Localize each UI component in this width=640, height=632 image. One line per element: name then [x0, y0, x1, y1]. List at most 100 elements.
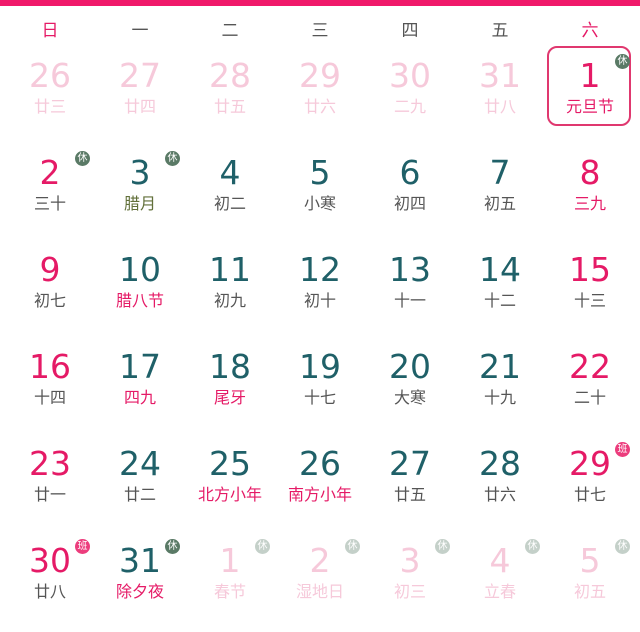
calendar-day[interactable]: 14 十二	[455, 244, 545, 341]
day-number: 11	[209, 250, 251, 289]
day-number: 24	[119, 444, 161, 483]
calendar-day[interactable]: 4 初二	[185, 147, 275, 244]
calendar-day-adjacent-month[interactable]: 2 湿地日休	[275, 535, 365, 632]
calendar-week-row: 9 初七 10 腊八节 11 初九 12 初十 13 十一 14 十二 15 十三	[5, 244, 635, 341]
calendar-day[interactable]: 7 初五	[455, 147, 545, 244]
lunar-date-label: 除夕夜	[115, 582, 164, 601]
calendar-day-adjacent-month[interactable]: 28 廿五	[185, 50, 275, 147]
calendar-day[interactable]: 30 廿八班	[5, 535, 95, 632]
day-number: 28	[479, 444, 521, 483]
calendar-day[interactable]: 13 十一	[365, 244, 455, 341]
holiday-rest-badge: 休	[165, 151, 180, 166]
calendar-day-adjacent-month[interactable]: 29 廿六	[275, 50, 365, 147]
lunar-date-label: 廿八	[33, 582, 66, 601]
lunar-date-label: 十三	[573, 291, 606, 310]
day-number: 18	[209, 347, 251, 386]
calendar-day[interactable]: 24 廿二	[95, 438, 185, 535]
day-number: 5	[309, 153, 331, 192]
calendar-day[interactable]: 5 小寒	[275, 147, 365, 244]
calendar-week-row: 16 十四 17 四九 18 尾牙 19 十七 20 大寒 21 十九 22 二十	[5, 341, 635, 438]
calendar-day[interactable]: 26 南方小年	[275, 438, 365, 535]
lunar-date-label: 廿六	[303, 97, 336, 116]
weekday-header: 日 一 二 三 四 五 六	[5, 18, 635, 44]
calendar-day[interactable]: 2 三十休	[5, 147, 95, 244]
lunar-date-label: 湿地日	[295, 582, 344, 601]
calendar-week-row: 26 廿三 27 廿四 28 廿五 29 廿六 30 二九 31 廿八 1 元旦节休	[5, 46, 635, 147]
lunar-date-label: 腊月	[123, 194, 156, 213]
lunar-date-label: 初五	[573, 582, 606, 601]
workday-badge: 班	[615, 442, 630, 457]
weekday-wed: 三	[311, 21, 329, 41]
day-number: 27	[119, 56, 161, 95]
calendar-day-adjacent-month[interactable]: 4 立春休	[455, 535, 545, 632]
calendar-day[interactable]: 12 初十	[275, 244, 365, 341]
day-number: 13	[389, 250, 431, 289]
calendar-day[interactable]: 6 初四	[365, 147, 455, 244]
lunar-date-label: 尾牙	[213, 388, 246, 407]
calendar-day[interactable]: 10 腊八节	[95, 244, 185, 341]
day-number: 8	[579, 153, 601, 192]
calendar-day-adjacent-month[interactable]: 3 初三休	[365, 535, 455, 632]
calendar-day[interactable]: 8 三九	[545, 147, 635, 244]
calendar-week-row: 2 三十休 3 腊月休 4 初二 5 小寒 6 初四 7 初五 8 三九	[5, 147, 635, 244]
lunar-date-label: 北方小年	[197, 485, 262, 504]
lunar-date-label: 十九	[483, 388, 516, 407]
lunar-date-label: 十七	[303, 388, 336, 407]
calendar-day[interactable]: 11 初九	[185, 244, 275, 341]
lunar-date-label: 大寒	[393, 388, 426, 407]
holiday-rest-badge: 休	[525, 539, 540, 554]
weekday-sat: 六	[581, 21, 599, 41]
lunar-date-label: 廿六	[483, 485, 516, 504]
lunar-date-label: 春节	[213, 582, 246, 601]
day-number: 7	[489, 153, 511, 192]
calendar-day[interactable]: 16 十四	[5, 341, 95, 438]
lunar-date-label: 初五	[483, 194, 516, 213]
lunar-date-label: 初七	[33, 291, 66, 310]
lunar-date-label: 三十	[33, 194, 66, 213]
calendar-day-adjacent-month[interactable]: 31 廿八	[455, 50, 545, 147]
calendar-day[interactable]: 22 二十	[545, 341, 635, 438]
day-number: 10	[119, 250, 161, 289]
day-number: 26	[299, 444, 341, 483]
calendar-day[interactable]: 29 廿七班	[545, 438, 635, 535]
calendar-day-adjacent-month[interactable]: 5 初五休	[545, 535, 635, 632]
calendar-day-adjacent-month[interactable]: 27 廿四	[95, 50, 185, 147]
holiday-rest-badge: 休	[615, 54, 630, 69]
lunar-date-label: 南方小年	[287, 485, 352, 504]
calendar-day[interactable]: 15 十三	[545, 244, 635, 341]
top-accent-bar	[0, 0, 640, 6]
holiday-rest-badge: 休	[75, 151, 90, 166]
calendar-day[interactable]: 28 廿六	[455, 438, 545, 535]
calendar-day[interactable]: 18 尾牙	[185, 341, 275, 438]
calendar-day[interactable]: 9 初七	[5, 244, 95, 341]
day-number: 31	[479, 56, 521, 95]
calendar-day[interactable]: 3 腊月休	[95, 147, 185, 244]
lunar-date-label: 廿七	[573, 485, 606, 504]
calendar-day-adjacent-month[interactable]: 26 廿三	[5, 50, 95, 147]
calendar-day-selected[interactable]: 1 元旦节休	[545, 46, 635, 147]
workday-badge: 班	[75, 539, 90, 554]
day-number: 12	[299, 250, 341, 289]
lunar-date-label: 立春	[483, 582, 516, 601]
calendar-day[interactable]: 25 北方小年	[185, 438, 275, 535]
calendar-day[interactable]: 23 廿一	[5, 438, 95, 535]
calendar-day[interactable]: 31 除夕夜休	[95, 535, 185, 632]
lunar-date-label: 三九	[573, 194, 606, 213]
holiday-rest-badge: 休	[345, 539, 360, 554]
calendar-day[interactable]: 17 四九	[95, 341, 185, 438]
calendar-day[interactable]: 21 十九	[455, 341, 545, 438]
lunar-date-label: 廿二	[123, 485, 156, 504]
weekday-thu: 四	[401, 21, 419, 41]
day-number: 23	[29, 444, 71, 483]
day-number: 19	[299, 347, 341, 386]
day-number: 9	[39, 250, 61, 289]
day-number: 21	[479, 347, 521, 386]
day-number: 15	[569, 250, 611, 289]
calendar-day[interactable]: 19 十七	[275, 341, 365, 438]
day-number: 14	[479, 250, 521, 289]
calendar-day[interactable]: 20 大寒	[365, 341, 455, 438]
day-number: 17	[119, 347, 161, 386]
calendar-day[interactable]: 27 廿五	[365, 438, 455, 535]
calendar-day-adjacent-month[interactable]: 30 二九	[365, 50, 455, 147]
calendar-day-adjacent-month[interactable]: 1 春节休	[185, 535, 275, 632]
